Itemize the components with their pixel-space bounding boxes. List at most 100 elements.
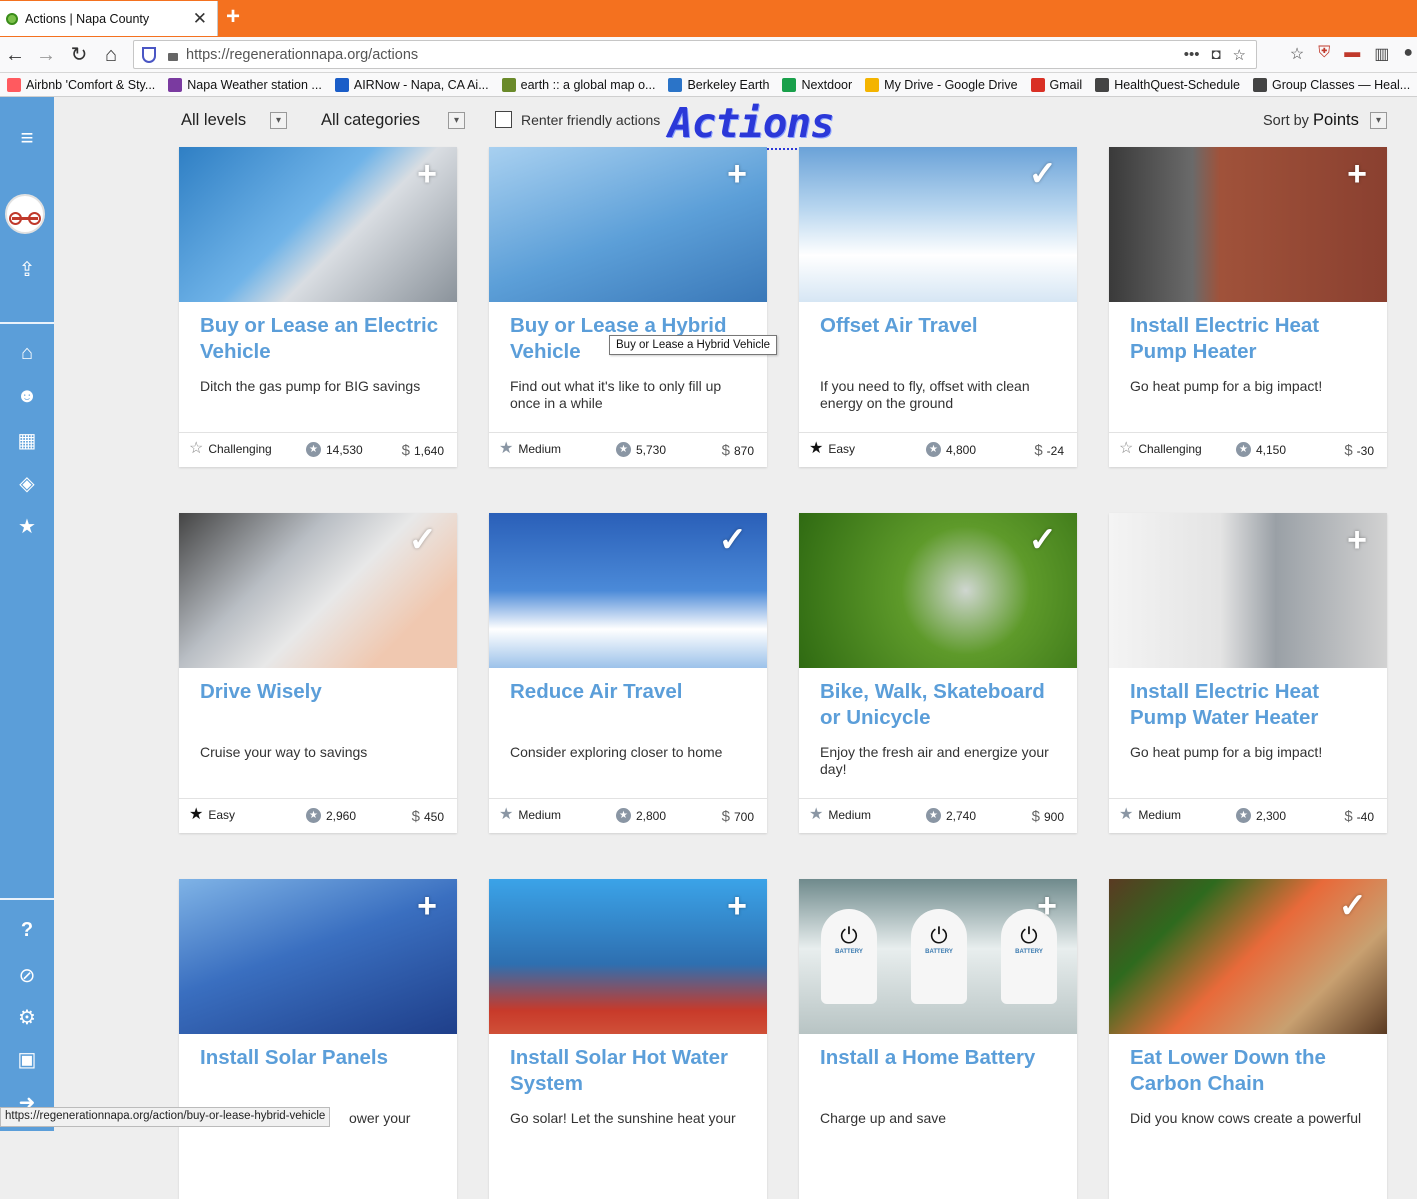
add-action-icon[interactable]: + (1347, 157, 1367, 191)
renter-friendly-label[interactable]: Renter friendly actions (521, 112, 660, 128)
action-image[interactable]: + (179, 879, 457, 1034)
action-title[interactable]: Drive Wisely (200, 679, 440, 705)
extension-shield-icon[interactable]: ⛨ (1318, 44, 1330, 64)
action-image[interactable]: ⏻ BATTERY ⏻ BATTERY ⏻ BATTERY + (799, 879, 1077, 1034)
action-image[interactable]: + (1109, 147, 1387, 302)
bookmark-item[interactable]: HealthQuest-Schedule (1095, 77, 1240, 92)
home-nav-icon[interactable]: ⌂ (0, 342, 54, 365)
action-title[interactable]: Buy or Lease an Electric Vehicle (200, 313, 440, 365)
new-tab-button[interactable]: + (226, 3, 240, 31)
action-card[interactable]: ⏻ BATTERY ⏻ BATTERY ⏻ BATTERY + Install a Home … (799, 879, 1077, 1199)
bookmark-item[interactable]: Airbnb 'Comfort & Sty... (7, 77, 155, 92)
action-title[interactable]: Reduce Air Travel (510, 679, 750, 705)
action-image[interactable]: ✓ (799, 513, 1077, 668)
favorites-star-icon[interactable]: ★ (0, 514, 54, 539)
bookmark-item[interactable]: Nextdoor (782, 77, 852, 92)
action-image[interactable]: ✓ (799, 147, 1077, 302)
page-actions-icon[interactable]: ••• (1184, 46, 1200, 64)
action-footer: ☆ Challenging ★ 4,150 $ -30 (1109, 432, 1387, 467)
action-card[interactable]: + Install Solar Hot Water System Go solar!… (489, 879, 767, 1199)
add-action-icon[interactable]: + (1037, 889, 1057, 923)
categories-dropdown-icon[interactable]: ▾ (448, 112, 465, 129)
action-title[interactable]: Install a Home Battery (820, 1045, 1060, 1071)
tab-actions[interactable]: Actions | Napa County ✕ (0, 1, 218, 36)
avatar[interactable] (5, 194, 45, 234)
url-bar[interactable]: https://regenerationnapa.org/actions •••… (133, 40, 1257, 69)
reload-icon[interactable]: ↻ (66, 42, 92, 68)
action-card[interactable]: + Install Solar Panels ower your (179, 879, 457, 1199)
share-icon[interactable]: ⇪ (0, 257, 54, 282)
close-tab-icon[interactable]: ✕ (193, 9, 207, 29)
completed-check-icon[interactable]: ✓ (719, 523, 748, 557)
action-title[interactable]: Install Electric Heat Pump Water Heater (1130, 679, 1370, 731)
bookmark-star-icon[interactable]: ☆ (1233, 46, 1246, 64)
lock-nav-icon[interactable]: ▣ (0, 1047, 54, 1072)
bookmark-item[interactable]: My Drive - Google Drive (865, 77, 1018, 92)
action-card[interactable]: ✓ Drive Wisely Cruise your way to savings ★… (179, 513, 457, 833)
action-title[interactable]: Offset Air Travel (820, 313, 1060, 339)
lastpass-icon[interactable]: ▬ (1344, 44, 1360, 64)
pocket-icon[interactable]: ◘ (1211, 46, 1220, 64)
action-card[interactable]: ✓ Bike, Walk, Skateboard or Unicycle Enjoy… (799, 513, 1077, 833)
categories-select[interactable]: All categories (321, 111, 420, 130)
renter-friendly-checkbox[interactable] (495, 111, 512, 128)
compass-icon[interactable]: ⊘ (0, 963, 54, 988)
action-title[interactable]: Bike, Walk, Skateboard or Unicycle (820, 679, 1060, 731)
add-action-icon[interactable]: + (417, 157, 437, 191)
menu-icon[interactable]: ≡ (0, 125, 54, 151)
forward-icon[interactable]: → (33, 42, 59, 68)
completed-check-icon[interactable]: ✓ (409, 523, 438, 557)
action-image[interactable]: + (489, 147, 767, 302)
action-card[interactable]: + Install Electric Heat Pump Water Heater… (1109, 513, 1387, 833)
action-card[interactable]: ✓ Reduce Air Travel Consider exploring clo… (489, 513, 767, 833)
lock-icon[interactable] (168, 52, 178, 61)
help-icon[interactable]: ? (0, 919, 54, 942)
action-card[interactable]: + Buy or Lease a Hybrid Vehicle Find out w… (489, 147, 767, 467)
levels-select[interactable]: All levels (181, 111, 246, 130)
bookmark-item[interactable]: Group Classes — Heal... (1252, 77, 1410, 92)
sidebar-toggle-icon[interactable]: ▥ (1374, 44, 1389, 64)
map-icon[interactable]: ◈ (0, 471, 54, 496)
community-icon[interactable]: ☻ (0, 385, 54, 408)
account-icon[interactable]: ● (1403, 44, 1413, 64)
settings-gear-icon[interactable]: ⚙ (0, 1005, 54, 1030)
completed-check-icon[interactable]: ✓ (1029, 523, 1058, 557)
bookmark-item[interactable]: earth :: a global map o... (501, 77, 655, 92)
sort-select[interactable]: Sort by Points (1263, 111, 1359, 130)
sort-dropdown-icon[interactable]: ▾ (1370, 112, 1387, 129)
bookmark-item[interactable]: Gmail (1030, 77, 1082, 92)
action-title[interactable]: Eat Lower Down the Carbon Chain (1130, 1045, 1370, 1097)
url-text[interactable]: https://regenerationnapa.org/actions (186, 47, 1184, 63)
completed-check-icon[interactable]: ✓ (1029, 157, 1058, 191)
action-title[interactable]: Install Electric Heat Pump Heater (1130, 313, 1370, 365)
library-icon[interactable]: ☆ (1290, 44, 1304, 64)
home-icon[interactable]: ⌂ (98, 42, 124, 68)
tracking-shield-icon[interactable] (142, 46, 156, 63)
action-image[interactable]: + (489, 879, 767, 1034)
add-action-icon[interactable]: + (1347, 523, 1367, 557)
action-footer: ★ Medium ★ 2,800 $700 (489, 798, 767, 833)
action-description: Charge up and save (820, 1110, 947, 1126)
action-image[interactable]: ✓ (489, 513, 767, 668)
action-card[interactable]: + Buy or Lease an Electric Vehicle Ditch t… (179, 147, 457, 467)
add-action-icon[interactable]: + (417, 889, 437, 923)
action-image[interactable]: + (1109, 513, 1387, 668)
bookmark-item[interactable]: Berkeley Earth (668, 77, 769, 92)
action-image[interactable]: ✓ (179, 513, 457, 668)
action-card[interactable]: + Install Electric Heat Pump Heater Go hea… (1109, 147, 1387, 467)
action-title[interactable]: Install Solar Hot Water System (510, 1045, 750, 1097)
action-card[interactable]: ✓ Eat Lower Down the Carbon Chain Did you … (1109, 879, 1387, 1199)
add-action-icon[interactable]: + (727, 889, 747, 923)
bookmark-item[interactable]: Napa Weather station ... (168, 77, 322, 92)
add-action-icon[interactable]: + (727, 157, 747, 191)
buildings-icon[interactable]: ▦ (0, 428, 54, 453)
points-badge-icon: ★ (616, 442, 631, 457)
bookmark-item[interactable]: AIRNow - Napa, CA Ai... (334, 77, 489, 92)
back-icon[interactable]: ← (2, 42, 28, 68)
action-card[interactable]: ✓ Offset Air Travel If you need to fly, of… (799, 147, 1077, 467)
completed-check-icon[interactable]: ✓ (1339, 889, 1368, 923)
action-title[interactable]: Install Solar Panels (200, 1045, 440, 1071)
action-image[interactable]: + (179, 147, 457, 302)
action-image[interactable]: ✓ (1109, 879, 1387, 1034)
levels-dropdown-icon[interactable]: ▾ (270, 112, 287, 129)
